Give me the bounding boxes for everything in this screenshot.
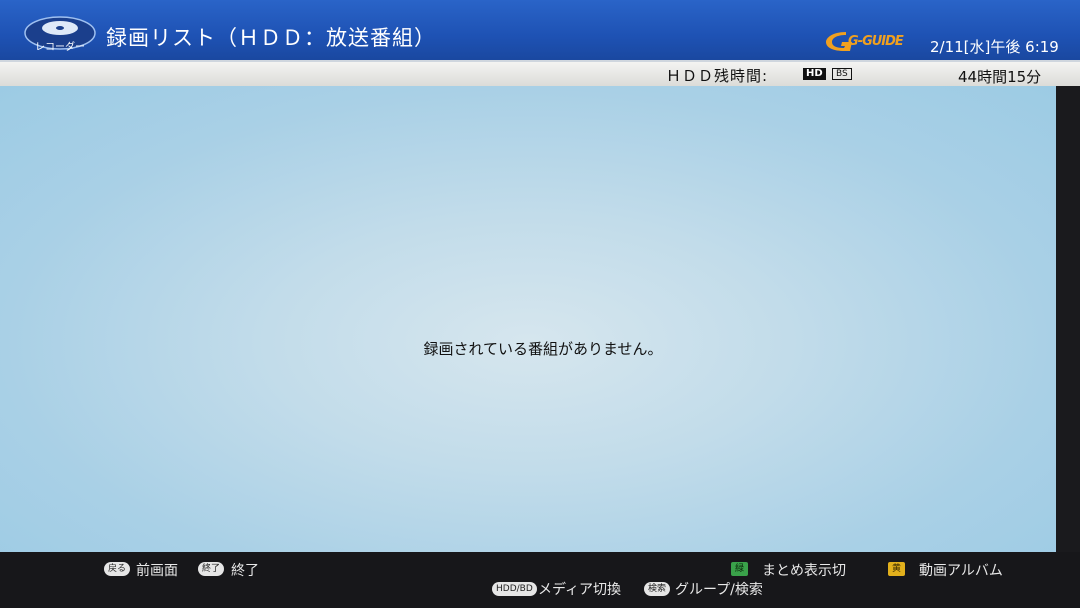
yellow-key-icon: 黄 <box>888 562 906 576</box>
clock-datetime: 2/11[水]午後 6:19 <box>930 38 1059 56</box>
footer-key-guide: 戻る 前画面 終了 終了 緑 まとめ表示切 黄 動画アルバム HDD/BD メデ… <box>0 552 1080 608</box>
end-key-icon: 終了 <box>198 562 225 576</box>
status-strip <box>0 62 1080 86</box>
group-search-label[interactable]: グループ/検索 <box>675 579 763 599</box>
media-switch-key-icon: HDD/BD <box>492 582 537 596</box>
recording-list-area: 録画されている番組がありません。 <box>0 86 1056 552</box>
tv-screen: レコーダー 録画リスト（ＨＤＤ：放送番組） G-GUIDE 2/11[水]午後 … <box>0 0 1080 608</box>
media-switch-label[interactable]: メディア切換 <box>538 579 621 599</box>
green-key-label[interactable]: まとめ表示切 <box>762 560 846 580</box>
bs-badge: BS <box>832 68 852 80</box>
gguide-logo-text: G-GUIDE <box>848 34 904 49</box>
yellow-key-label[interactable]: 動画アルバム <box>919 560 1003 580</box>
header-bar: レコーダー 録画リスト（ＨＤＤ：放送番組） G-GUIDE 2/11[水]午後 … <box>0 0 1080 62</box>
search-key-icon: 検索 <box>644 582 671 596</box>
hdd-remaining-label: ＨＤＤ残時間: <box>666 67 769 85</box>
recorder-logo-label: レコーダー <box>35 42 85 53</box>
green-key-icon: 緑 <box>731 562 749 576</box>
back-key-icon: 戻る <box>104 562 131 576</box>
hd-badge: HD <box>803 68 826 80</box>
back-key-label[interactable]: 前画面 <box>136 560 178 580</box>
empty-list-message: 録画されている番組がありません。 <box>423 340 663 358</box>
end-key-label[interactable]: 終了 <box>231 560 259 580</box>
page-title: 録画リスト（ＨＤＤ：放送番組） <box>106 26 436 50</box>
hdd-remaining-value: 44時間15分 <box>958 68 1042 86</box>
